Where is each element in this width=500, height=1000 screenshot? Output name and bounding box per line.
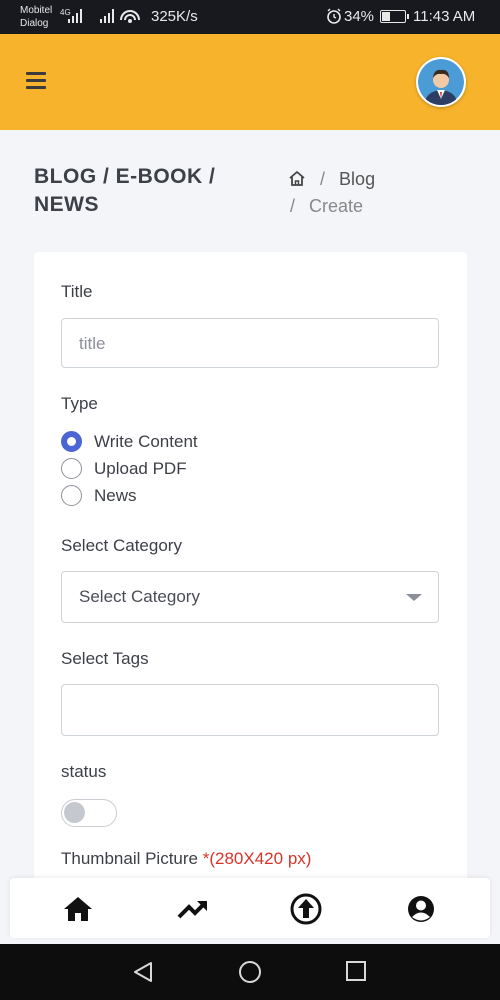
- page-title: BLOG / E-BOOK / NEWS: [34, 165, 216, 216]
- thumbnail-label-text: Thumbnail Picture: [61, 849, 199, 868]
- carrier-2: Dialog: [20, 18, 49, 29]
- battery-percent: 34%: [344, 8, 375, 25]
- breadcrumb-blog[interactable]: Blog: [339, 169, 375, 189]
- network-speed: 325K/s: [151, 8, 198, 25]
- title-placeholder: title: [79, 334, 106, 353]
- type-label: Type: [61, 394, 98, 413]
- radio-unchecked-icon[interactable]: [61, 458, 82, 479]
- hamburger-icon[interactable]: [26, 72, 46, 89]
- clock: 11:43 AM: [413, 8, 476, 25]
- breadcrumb: / Blog / Create: [288, 166, 488, 220]
- tags-input[interactable]: [61, 684, 439, 736]
- app-header: [0, 34, 500, 130]
- account-icon: [408, 896, 434, 922]
- type-option-label: Write Content: [94, 432, 198, 451]
- home-circle-icon[interactable]: [238, 960, 262, 984]
- category-select-value: Select Category: [79, 587, 200, 606]
- back-icon[interactable]: [132, 960, 154, 984]
- type-option-label: Upload PDF: [94, 459, 187, 478]
- radio-checked-icon[interactable]: [61, 431, 82, 452]
- upload-icon: [290, 893, 322, 925]
- signal-icon-2: [100, 9, 114, 23]
- status-label: status: [61, 762, 107, 781]
- nav-upload[interactable]: [290, 893, 322, 925]
- nav-home[interactable]: [62, 894, 94, 924]
- category-label: Select Category: [61, 536, 182, 555]
- battery-icon: [380, 10, 409, 23]
- chevron-down-icon: [406, 594, 422, 601]
- home-icon[interactable]: [288, 170, 306, 187]
- category-select[interactable]: Select Category: [61, 571, 439, 623]
- toggle-knob: [64, 802, 85, 823]
- thumbnail-label: Thumbnail Picture *(280X420 px): [61, 849, 311, 869]
- radio-unchecked-icon[interactable]: [61, 485, 82, 506]
- hotspot-icon: [120, 10, 140, 23]
- type-option-label: News: [94, 486, 137, 505]
- breadcrumb-create: Create: [309, 196, 364, 216]
- nav-trending[interactable]: [177, 894, 209, 924]
- alarm-icon: [327, 8, 341, 24]
- nav-account[interactable]: [405, 894, 437, 924]
- signal-icon: [68, 9, 82, 23]
- blog-create-form: Title title Type Write Content Upload PD…: [34, 252, 467, 892]
- status-bar: Mobitel Dialog 4G 325K/s 34% 11:43 AM: [0, 0, 500, 34]
- recents-icon[interactable]: [345, 960, 367, 982]
- home-icon: [64, 897, 92, 921]
- title-label: Title: [61, 282, 93, 301]
- trending-up-icon: [177, 901, 207, 919]
- avatar-icon: [418, 59, 464, 105]
- carrier-names: Mobitel Dialog: [20, 4, 52, 30]
- thumbnail-size-requirement: *(280X420 px): [202, 849, 312, 868]
- system-navigation-bar: [0, 944, 500, 1000]
- carrier-1: Mobitel: [20, 5, 53, 16]
- breadcrumb-separator-2: /: [290, 196, 296, 216]
- tags-label: Select Tags: [61, 649, 149, 668]
- user-avatar[interactable]: [416, 57, 466, 107]
- bottom-navigation: [10, 878, 490, 938]
- title-input[interactable]: title: [61, 318, 439, 368]
- breadcrumb-separator: /: [320, 169, 326, 189]
- status-toggle[interactable]: [61, 799, 117, 827]
